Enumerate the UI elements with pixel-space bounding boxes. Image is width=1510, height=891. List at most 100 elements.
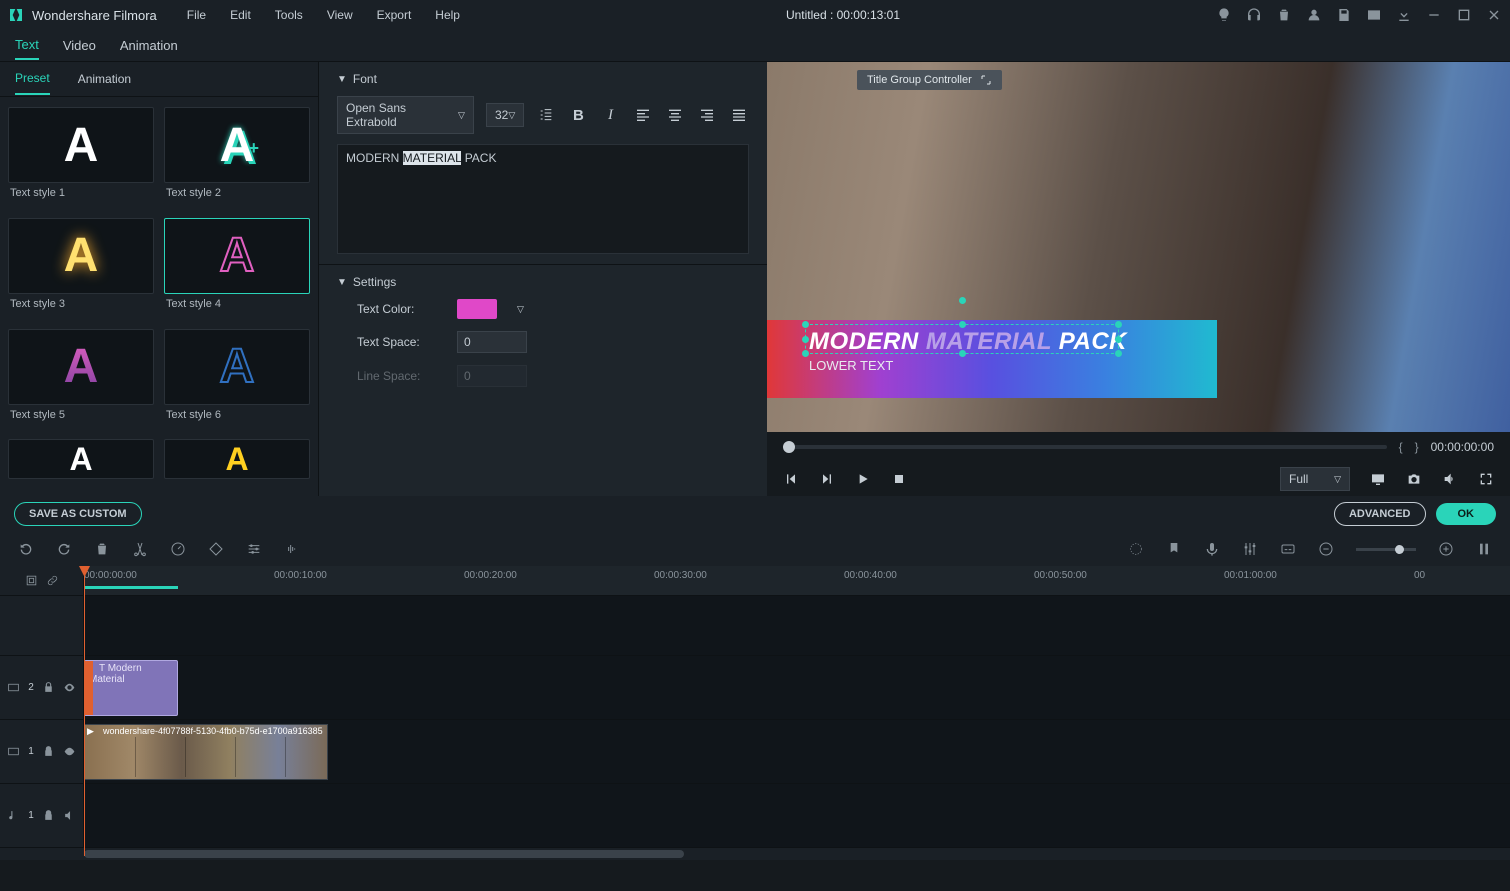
font-section-header[interactable]: ▼Font xyxy=(337,72,749,86)
align-justify-icon[interactable] xyxy=(729,103,749,127)
align-right-icon[interactable] xyxy=(697,103,717,127)
preset-item[interactable]: A xyxy=(164,439,310,486)
mixer-icon[interactable] xyxy=(1242,541,1258,557)
preset-item[interactable]: AText style 6 xyxy=(164,329,310,432)
save-icon[interactable] xyxy=(1336,7,1352,23)
zoom-slider[interactable] xyxy=(1356,548,1416,551)
prev-frame-icon[interactable] xyxy=(783,471,799,487)
timeline-hscroll[interactable] xyxy=(0,848,1510,860)
preset-item[interactable]: AText style 5 xyxy=(8,329,154,432)
preset-item[interactable]: A+Text style 2 xyxy=(164,107,310,210)
align-center-icon[interactable] xyxy=(665,103,685,127)
preset-item[interactable]: AText style 1 xyxy=(8,107,154,210)
cut-icon[interactable] xyxy=(132,541,148,557)
ok-button[interactable]: OK xyxy=(1436,503,1497,525)
video-track-icon[interactable] xyxy=(7,745,20,758)
play-icon[interactable] xyxy=(855,471,871,487)
tab-text[interactable]: Text xyxy=(15,31,39,60)
link-icon[interactable] xyxy=(46,574,59,587)
preset-item[interactable]: AText style 3 xyxy=(8,218,154,321)
menu-help[interactable]: Help xyxy=(425,4,470,26)
close-icon[interactable] xyxy=(1486,7,1502,23)
text-space-input[interactable]: 0 xyxy=(457,331,527,353)
color-dropdown-icon[interactable]: ▽ xyxy=(517,304,524,315)
snapshot-icon[interactable] xyxy=(1406,471,1422,487)
lock-icon[interactable] xyxy=(42,809,55,822)
video-track-icon[interactable] xyxy=(7,681,20,694)
settings-section-header[interactable]: ▼Settings xyxy=(337,275,749,289)
text-color-swatch[interactable] xyxy=(457,299,497,319)
stop-icon[interactable] xyxy=(891,471,907,487)
eye-icon[interactable] xyxy=(63,681,76,694)
time-ruler[interactable]: 00:00:00:00 00:00:10:00 00:00:20:00 00:0… xyxy=(84,566,1510,595)
tab-video[interactable]: Video xyxy=(63,32,96,59)
font-family-select[interactable]: Open Sans Extrabold▽ xyxy=(337,96,474,134)
speed-icon[interactable] xyxy=(170,541,186,557)
line-spacing-icon[interactable] xyxy=(536,103,556,127)
download-icon[interactable] xyxy=(1396,7,1412,23)
title-group-badge[interactable]: Title Group Controller xyxy=(857,70,1002,90)
audio-track-icon[interactable] xyxy=(7,809,20,822)
preset-item[interactable]: AText style 4 xyxy=(164,218,310,321)
speaker-icon[interactable] xyxy=(63,809,76,822)
lock-icon[interactable] xyxy=(42,681,55,694)
undo-icon[interactable] xyxy=(18,541,34,557)
account-icon[interactable] xyxy=(1306,7,1322,23)
preview-controls: Full▽ xyxy=(767,462,1510,496)
audio-wave-icon[interactable] xyxy=(284,541,300,557)
bold-button[interactable]: B xyxy=(568,103,588,127)
mark-out-icon[interactable]: } xyxy=(1415,440,1419,454)
mark-in-icon[interactable]: { xyxy=(1399,440,1403,454)
zoom-in-icon[interactable] xyxy=(1438,541,1454,557)
menu-edit[interactable]: Edit xyxy=(220,4,261,26)
headset-icon[interactable] xyxy=(1246,7,1262,23)
menu-view[interactable]: View xyxy=(317,4,363,26)
italic-button[interactable]: I xyxy=(600,103,620,127)
title-overlay[interactable]: MODERN MATERIAL PACK LOWER TEXT xyxy=(767,320,1217,398)
align-left-icon[interactable] xyxy=(633,103,653,127)
quality-select[interactable]: Full▽ xyxy=(1280,467,1350,491)
preset-item[interactable]: A xyxy=(8,439,154,486)
zoom-fit-icon[interactable] xyxy=(1476,541,1492,557)
advanced-button[interactable]: ADVANCED xyxy=(1334,502,1426,526)
volume-icon[interactable] xyxy=(1442,471,1458,487)
delete-icon[interactable] xyxy=(94,541,110,557)
marker-icon[interactable] xyxy=(1166,541,1182,557)
tab-animation[interactable]: Animation xyxy=(120,32,178,59)
mail-icon[interactable] xyxy=(1366,7,1382,23)
playhead[interactable] xyxy=(84,566,85,856)
subtab-animation[interactable]: Animation xyxy=(78,64,131,94)
save-custom-button[interactable]: SAVE AS CUSTOM xyxy=(14,502,142,526)
lock-icon[interactable] xyxy=(42,745,55,758)
manage-tracks-icon[interactable] xyxy=(25,574,38,587)
maximize-icon[interactable] xyxy=(1456,7,1472,23)
crop-icon[interactable] xyxy=(208,541,224,557)
caption-icon[interactable] xyxy=(1280,541,1296,557)
title-track[interactable]: T Modern Material xyxy=(84,656,1510,719)
menu-export[interactable]: Export xyxy=(367,4,422,26)
menu-tools[interactable]: Tools xyxy=(265,4,313,26)
redo-icon[interactable] xyxy=(56,541,72,557)
preview-scrubber[interactable]: { } 00:00:00:00 xyxy=(767,432,1510,462)
zoom-out-icon[interactable] xyxy=(1318,541,1334,557)
menu-file[interactable]: File xyxy=(177,4,216,26)
voiceover-icon[interactable] xyxy=(1204,541,1220,557)
next-frame-icon[interactable] xyxy=(819,471,835,487)
title-clip[interactable]: T Modern Material xyxy=(84,660,178,716)
trash-icon[interactable] xyxy=(1276,7,1292,23)
subtab-preset[interactable]: Preset xyxy=(15,63,50,95)
fullscreen-icon[interactable] xyxy=(1478,471,1494,487)
tips-icon[interactable] xyxy=(1216,7,1232,23)
render-icon[interactable] xyxy=(1128,541,1144,557)
display-icon[interactable] xyxy=(1370,471,1386,487)
adjust-icon[interactable] xyxy=(246,541,262,557)
video-track[interactable]: ▶wondershare-4f07788f-5130-4fb0-b75d-e17… xyxy=(84,720,1510,783)
font-size-select[interactable]: 32▽ xyxy=(486,103,524,127)
expand-icon[interactable] xyxy=(980,74,992,86)
preview-viewport[interactable]: Title Group Controller MODERN MATERIAL P… xyxy=(767,62,1510,432)
minimize-icon[interactable] xyxy=(1426,7,1442,23)
audio-track[interactable] xyxy=(84,784,1510,847)
text-content-input[interactable]: MODERN MATERIAL PACK xyxy=(337,144,749,254)
eye-icon[interactable] xyxy=(63,745,76,758)
video-clip[interactable]: ▶wondershare-4f07788f-5130-4fb0-b75d-e17… xyxy=(84,724,328,780)
